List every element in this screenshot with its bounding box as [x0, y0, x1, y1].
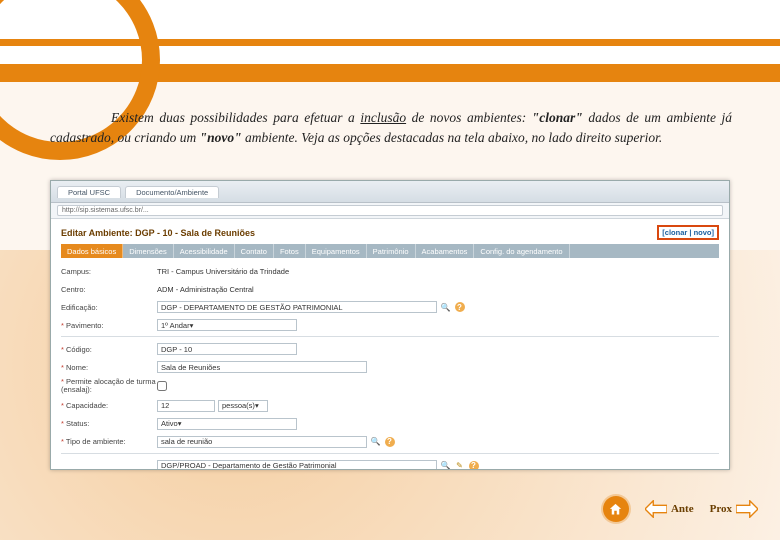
- status-label: Status:: [61, 419, 157, 428]
- app-screenshot: Portal UFSC Documento/Ambiente http://si…: [50, 180, 730, 470]
- help-icon[interactable]: [468, 460, 479, 470]
- tab-dados-basicos[interactable]: Dados básicos: [61, 244, 123, 258]
- prev-button[interactable]: Ante: [645, 500, 694, 518]
- codigo-input[interactable]: DGP - 10: [157, 343, 297, 355]
- tab-acabamentos[interactable]: Acabamentos: [416, 244, 475, 258]
- centro-value: ADM - Administração Central: [157, 285, 254, 294]
- search-icon[interactable]: 🔍: [370, 436, 381, 447]
- clone-new-actions: [clonar | novo]: [657, 225, 719, 240]
- capacidade-input[interactable]: 12: [157, 400, 215, 412]
- tab-equipamentos[interactable]: Equipamentos: [306, 244, 367, 258]
- page-header: Editar Ambiente: DGP - 10 - Sala de Reun…: [51, 219, 729, 242]
- divider: [61, 453, 719, 454]
- tipo-label: Tipo de ambiente:: [61, 437, 157, 446]
- divider: [61, 336, 719, 337]
- home-button[interactable]: [603, 496, 629, 522]
- help-icon[interactable]: [454, 302, 465, 313]
- browser-tabs-bar: Portal UFSC Documento/Ambiente: [51, 181, 729, 203]
- codigo-label: Código:: [61, 345, 157, 354]
- novo-link[interactable]: novo: [694, 228, 712, 237]
- nome-input[interactable]: Sala de Reuniões: [157, 361, 367, 373]
- page-title: Editar Ambiente: DGP - 10 - Sala de Reun…: [61, 228, 255, 238]
- tipo-input[interactable]: sala de reunião: [157, 436, 367, 448]
- intro-underline: inclusão: [360, 110, 406, 125]
- pavimento-label: Pavimento:: [61, 321, 157, 330]
- depto-input[interactable]: DGP/PROAD - Departamento de Gestão Patri…: [157, 460, 437, 471]
- browser-tab[interactable]: Portal UFSC: [57, 186, 121, 198]
- form-body: Campus: TRI - Campus Universitário da Tr…: [51, 258, 729, 470]
- intro-bold-novo: "novo": [200, 130, 242, 145]
- home-icon: [608, 502, 623, 517]
- intro-paragraph: Existem duas possibilidades para efetuar…: [50, 108, 732, 147]
- tab-patrimonio[interactable]: Patrimônio: [367, 244, 416, 258]
- clonar-link[interactable]: clonar: [665, 228, 688, 237]
- capacidade-unit[interactable]: pessoa(s) ▾: [218, 400, 268, 412]
- tab-acessibilidade[interactable]: Acessibilidade: [174, 244, 235, 258]
- intro-text-a: Existem duas possibilidades para efetuar…: [111, 110, 360, 125]
- tab-fotos[interactable]: Fotos: [274, 244, 306, 258]
- centro-label: Centro:: [61, 285, 157, 294]
- edificacao-input[interactable]: DGP - DEPARTAMENTO DE GESTÃO PATRIMONIAL: [157, 301, 437, 313]
- pavimento-select[interactable]: 1º Andar ▾: [157, 319, 297, 331]
- tab-config-agendamento[interactable]: Config. do agendamento: [474, 244, 569, 258]
- capacidade-label: Capacidade:: [61, 401, 157, 410]
- form-tabs: Dados básicos Dimensões Acessibilidade C…: [61, 244, 719, 258]
- intro-text-g: ambiente. Veja as opções destacadas na t…: [242, 130, 663, 145]
- status-select[interactable]: Ativo ▾: [157, 418, 297, 430]
- intro-text-c: de novos ambientes:: [406, 110, 532, 125]
- next-button[interactable]: Prox: [710, 500, 758, 518]
- url-field[interactable]: http://sip.sistemas.ufsc.br/...: [57, 205, 723, 216]
- footer-nav: Ante Prox: [603, 496, 758, 522]
- alocacao-checkbox[interactable]: [157, 381, 167, 391]
- next-label: Prox: [710, 503, 732, 515]
- edit-icon[interactable]: ✎: [454, 460, 465, 470]
- intro-bold-clonar: "clonar": [532, 110, 583, 125]
- search-icon[interactable]: 🔍: [440, 302, 451, 313]
- search-icon[interactable]: 🔍: [440, 460, 451, 470]
- url-text: http://sip.sistemas.ufsc.br/...: [62, 207, 149, 214]
- arrow-left-icon: [645, 500, 667, 518]
- campus-value: TRI - Campus Universitário da Trindade: [157, 267, 289, 276]
- edificacao-label: Edificação:: [61, 303, 157, 312]
- address-bar: http://sip.sistemas.ufsc.br/...: [51, 203, 729, 219]
- prev-label: Ante: [671, 503, 694, 515]
- arrow-right-icon: [736, 500, 758, 518]
- campus-label: Campus:: [61, 267, 157, 276]
- browser-tab[interactable]: Documento/Ambiente: [125, 186, 219, 198]
- nome-label: Nome:: [61, 363, 157, 372]
- help-icon[interactable]: [384, 436, 395, 447]
- tab-contato[interactable]: Contato: [235, 244, 274, 258]
- alocacao-label: Permite alocação de turma (ensalaj):: [61, 378, 157, 395]
- tab-dimensoes[interactable]: Dimensões: [123, 244, 174, 258]
